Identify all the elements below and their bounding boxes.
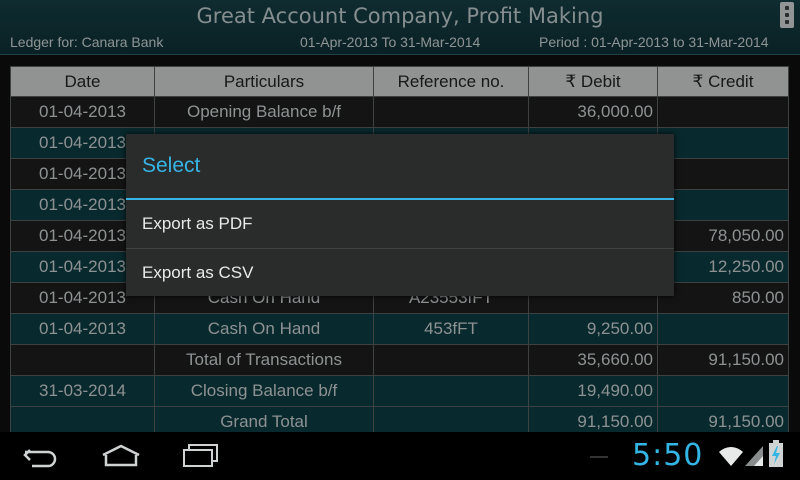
notification-indicator (590, 456, 608, 458)
app-screen: Great Account Company, Profit Making Led… (0, 0, 800, 432)
status-clock: 5:50 (632, 438, 704, 473)
export-pdf-label: Export as PDF (142, 214, 253, 233)
dialog-title: Select (142, 154, 201, 177)
signal-icon (745, 446, 763, 466)
export-csv-label: Export as CSV (142, 263, 254, 282)
recent-apps-icon[interactable] (182, 444, 220, 468)
back-icon[interactable] (22, 446, 60, 468)
export-dialog: Select Export as PDF Export as CSV (126, 134, 674, 296)
export-csv-option[interactable]: Export as CSV (126, 249, 674, 297)
battery-charging-icon (769, 440, 783, 467)
system-nav-bar: 5:50 (0, 432, 800, 480)
home-icon[interactable] (100, 444, 142, 468)
wifi-icon (719, 447, 743, 466)
export-pdf-option[interactable]: Export as PDF (126, 200, 674, 248)
